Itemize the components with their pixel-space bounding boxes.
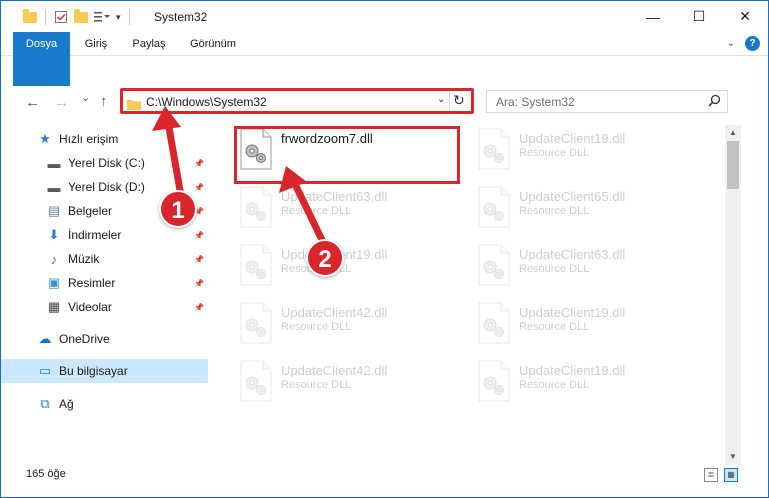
- annotation-arrows: [152, 106, 326, 244]
- arrow-1: [152, 106, 185, 200]
- arrow-2: [279, 166, 326, 244]
- step-1-badge: 1: [159, 190, 197, 228]
- step-2-badge: 2: [306, 239, 344, 277]
